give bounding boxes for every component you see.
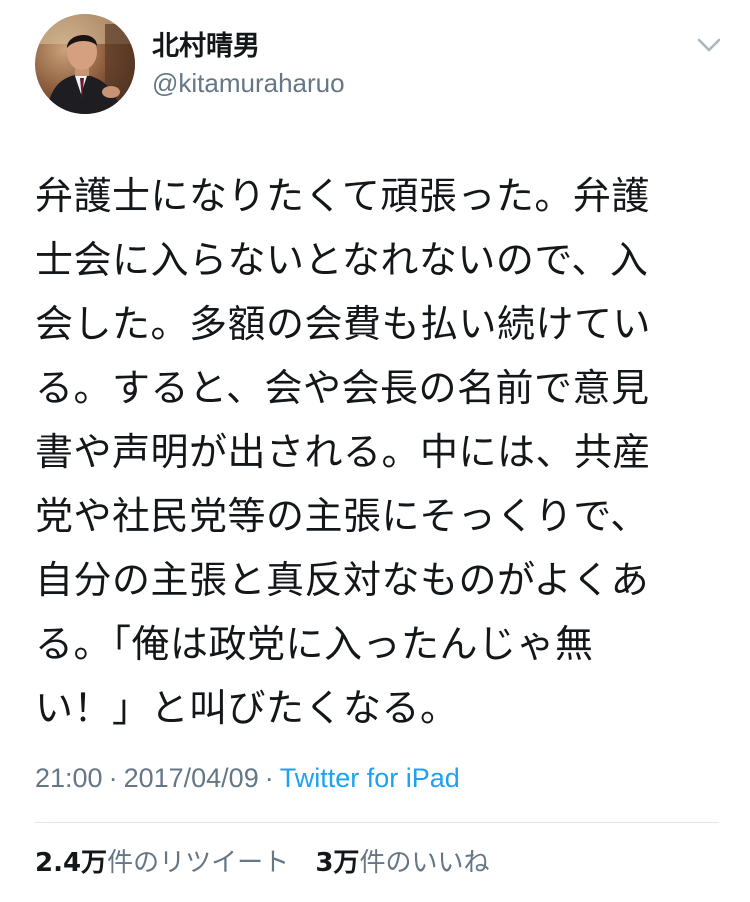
tweet-source-link[interactable]: Twitter for iPad [280, 763, 460, 793]
tweet-text-line: い！」と叫びたくなる。 [35, 686, 459, 730]
tweet-date: 2017/04/09 [123, 763, 259, 793]
tweet-text-line: 士会に入らないとなれないので、入 [35, 238, 649, 282]
tweet-text-line: 党や社民党等の主張にそっくりで、 [35, 494, 649, 538]
tweet-stats: 2.4万件のリツイート 3万件のいいね [35, 845, 489, 881]
tweet-metadata: 21:00 · 2017/04/09 · Twitter for iPad [35, 760, 460, 796]
divider [35, 822, 719, 823]
display-name[interactable]: 北村晴男 [152, 30, 260, 64]
avatar[interactable] [35, 14, 135, 114]
retweets-stat[interactable]: 2.4万件のリツイート [35, 845, 289, 881]
tweet-text-line: 弁護士になりたくて頑張った。弁護 [35, 174, 650, 218]
retweets-count: 2.4万 [35, 848, 108, 878]
tweet-detail: 北村晴男 @kitamuraharuo 弁護士になりたくて頑張った。弁護 士会に… [0, 0, 750, 902]
tweet-text-line: 書や声明が出される。中には、共産 [35, 430, 652, 474]
likes-label: 件のいいね [359, 848, 490, 878]
user-handle[interactable]: @kitamuraharuo [152, 66, 345, 100]
retweets-label: 件のリツイート [107, 848, 290, 878]
likes-count: 3万 [315, 848, 360, 878]
tweet-text-line: る。すると、会や会長の名前で意見 [35, 366, 650, 410]
meta-separator: · [264, 763, 274, 793]
tweet-text-line: 会した。多額の会費も払い続けてい [35, 302, 652, 346]
tweet-time: 21:00 [35, 763, 103, 793]
meta-separator: · [108, 763, 118, 793]
tweet-text: 弁護士になりたくて頑張った。弁護 士会に入らないとなれないので、入 会した。多額… [35, 164, 715, 740]
tweet-text-line: 自分の主張と真反対なものがよくあ [35, 558, 650, 602]
chevron-down-icon[interactable] [692, 30, 726, 60]
tweet-text-line: る。「俺は政党に入ったんじゃ無 [35, 622, 594, 666]
avatar-photo [35, 14, 135, 114]
likes-stat[interactable]: 3万件のいいね [315, 845, 489, 881]
